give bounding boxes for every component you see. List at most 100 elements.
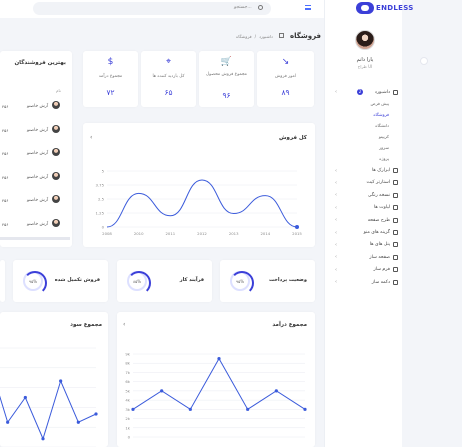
stat-value: ۸۹	[281, 88, 290, 97]
best-sellers-card: بهترین فروشندگان نام ۴۵۶ آرش خاصتو ۴۵۶ آرش …	[0, 51, 72, 247]
sidebar-item[interactable]: نسخه رنگی ‹	[329, 189, 401, 201]
stat-value: ۶۵	[164, 88, 173, 97]
progress-ring: ۹۵%	[23, 271, 47, 295]
series-line	[0, 379, 97, 441]
settings-float-button[interactable]	[420, 57, 428, 65]
card-title: بهترین فروشندگان	[14, 60, 66, 66]
sidebar-item[interactable]: دانشگاه	[329, 120, 401, 131]
sidebar-item[interactable]: ابزارک ها ‹	[329, 164, 401, 176]
sidebar-item[interactable]: کریپتو	[329, 131, 401, 142]
table-row[interactable]: ۴۵۶ آرش خاصتو	[0, 120, 72, 142]
table-row[interactable]: ۴۵۶ آرش خاصتو	[0, 96, 72, 118]
menu-icon	[393, 267, 398, 273]
sidebar-item[interactable]: فروشگاه	[329, 109, 401, 120]
y-tick-label: 0	[128, 435, 131, 440]
sidebar-item[interactable]: گزینه های منو ‹	[329, 226, 401, 238]
menu-icon	[393, 205, 398, 211]
data-point	[76, 420, 80, 424]
search-placeholder: جستجو...	[234, 5, 252, 10]
user-avatar[interactable]	[355, 30, 375, 50]
data-point	[274, 389, 278, 393]
sidebar-item-label: فروشگاه	[373, 112, 389, 118]
stat-label: کل بازدید کننده ها	[152, 74, 185, 79]
table-row[interactable]: ۴۵۶ آرش خاصتو	[0, 167, 72, 189]
sidebar-item[interactable]: پیش فرض	[329, 98, 401, 109]
breadcrumb-dashboard[interactable]: داشبورد	[259, 34, 273, 39]
sidebar-item-label: استارتر کیت	[366, 180, 391, 186]
table-row[interactable]: ۴۵۶ آرش خاصتو	[0, 143, 72, 165]
revenue-card: مجموع درآمد ‹ 9k 8k 7k 6k 5k 4k 3k 2k 1k 0	[117, 312, 315, 447]
progress-card-workflow[interactable]: فرآیند کار ۸۵%	[117, 260, 212, 302]
data-point	[59, 379, 63, 383]
x-tick-label: 2008	[102, 231, 112, 236]
brand[interactable]: ENDLESS	[356, 2, 414, 14]
y-tick-label: 3k	[125, 407, 130, 412]
sidebar-item-label: پروژه	[379, 156, 389, 162]
chevron-icon: ‹	[335, 192, 337, 199]
sidebar-item-label: صفحه ساز	[369, 254, 390, 260]
data-point	[131, 407, 135, 411]
avatar	[52, 124, 60, 133]
seller-name: آرش خاصتو	[27, 127, 49, 133]
home-icon[interactable]	[279, 33, 284, 38]
seller-name: آرش خاصتو	[27, 151, 49, 156]
sidebar-item[interactable]: دکمه ساز ‹	[329, 276, 401, 288]
y-tick-label: 0	[102, 225, 105, 230]
progress-card-partial	[0, 260, 5, 302]
progress-ring: ۹۵%	[230, 271, 254, 295]
sidebar-item[interactable]: استارتر کیت ‹	[329, 177, 401, 189]
sidebar-item[interactable]: سرور	[329, 142, 401, 153]
sidebar-item[interactable]: پروژه	[329, 153, 401, 164]
progress-label: وضعیت پرداخت	[268, 277, 307, 283]
menu-toggle-icon[interactable]	[305, 5, 311, 10]
chevron-icon: ‹	[335, 179, 337, 186]
y-tick-label: 1k	[125, 425, 130, 430]
profit-chart	[0, 347, 98, 447]
column-header-name: نام	[56, 88, 61, 93]
chevron-icon: ‹	[335, 217, 337, 224]
progress-card-completed-sales[interactable]: فروش تکمیل شده ۹۵%	[13, 260, 108, 302]
profit-card: مجموع سود	[0, 312, 108, 447]
chevron-icon: ‹	[335, 279, 337, 286]
menu-icon	[393, 242, 398, 248]
revenue-chart: 9k 8k 7k 6k 5k 4k 3k 2k 1k 0	[125, 352, 307, 440]
table-row[interactable]: ۴۵۶ آرش خاصتو	[0, 190, 72, 212]
stat-card-revenue[interactable]: $ مجموع درآمد ۷۲	[83, 51, 138, 107]
stat-card-sales[interactable]: ↘ امور فروش ۸۹	[257, 51, 314, 107]
brand-name: ENDLESS	[376, 4, 414, 12]
chevron-icon: ‹	[335, 266, 337, 273]
progress-label: فروش تکمیل شده	[54, 277, 100, 283]
sidebar-item-label: کریپتو	[378, 134, 389, 140]
sidebar-item-label: دکمه ساز	[371, 279, 390, 285]
stat-value: ۹۶	[222, 91, 231, 100]
seller-value: ۴۵۶	[2, 151, 9, 156]
table-row[interactable]: ۴۵۶ آرش خاصتو	[0, 214, 72, 236]
menu-badge: 2	[357, 89, 363, 96]
stat-card-visitors[interactable]: ⌖ کل بازدید کننده ها ۶۵	[141, 51, 196, 107]
menu-icon	[393, 168, 398, 174]
chevron-icon: ‹	[335, 254, 337, 261]
avatar	[52, 101, 60, 109]
sidebar-item-label: دانشگاه	[375, 123, 389, 129]
progress-card-payment[interactable]: وضعیت پرداخت ۹۵%	[220, 260, 315, 302]
sidebar-item[interactable]: طرح صفحه ‹	[329, 214, 401, 226]
chevron-icon: ‹	[335, 229, 337, 236]
progress-ring: ۸۵%	[127, 271, 151, 295]
stat-label: امور فروش	[275, 74, 296, 79]
stat-card-product-sales[interactable]: 🛒 مجموع فروش محصول ۹۶	[199, 51, 254, 107]
horizontal-scrollbar[interactable]	[0, 237, 70, 240]
avatar	[52, 148, 60, 156]
sidebar-item[interactable]: پنل های ها ‹	[329, 239, 401, 251]
y-tick-label: 3.75	[96, 183, 105, 188]
sidebar-item[interactable]: لیاوت ها ‹	[329, 202, 401, 214]
sidebar-item[interactable]: داشبورد ‹ 2	[329, 86, 401, 98]
data-point	[295, 225, 299, 229]
menu-icon	[393, 279, 398, 285]
progress-value: ۹۵%	[235, 279, 245, 284]
total-sales-chart: 5 3.75 2.5 1.25 02008 2010 2011 2012 2013 2014 201…	[96, 169, 303, 237]
sidebar-item[interactable]: فرم ساز ‹	[329, 264, 401, 276]
search-icon[interactable]	[258, 5, 263, 10]
stat-label: مجموع درآمد	[98, 74, 123, 79]
sidebar-item-label: گزینه های منو	[363, 230, 390, 236]
sidebar-item[interactable]: صفحه ساز ‹	[329, 251, 401, 263]
